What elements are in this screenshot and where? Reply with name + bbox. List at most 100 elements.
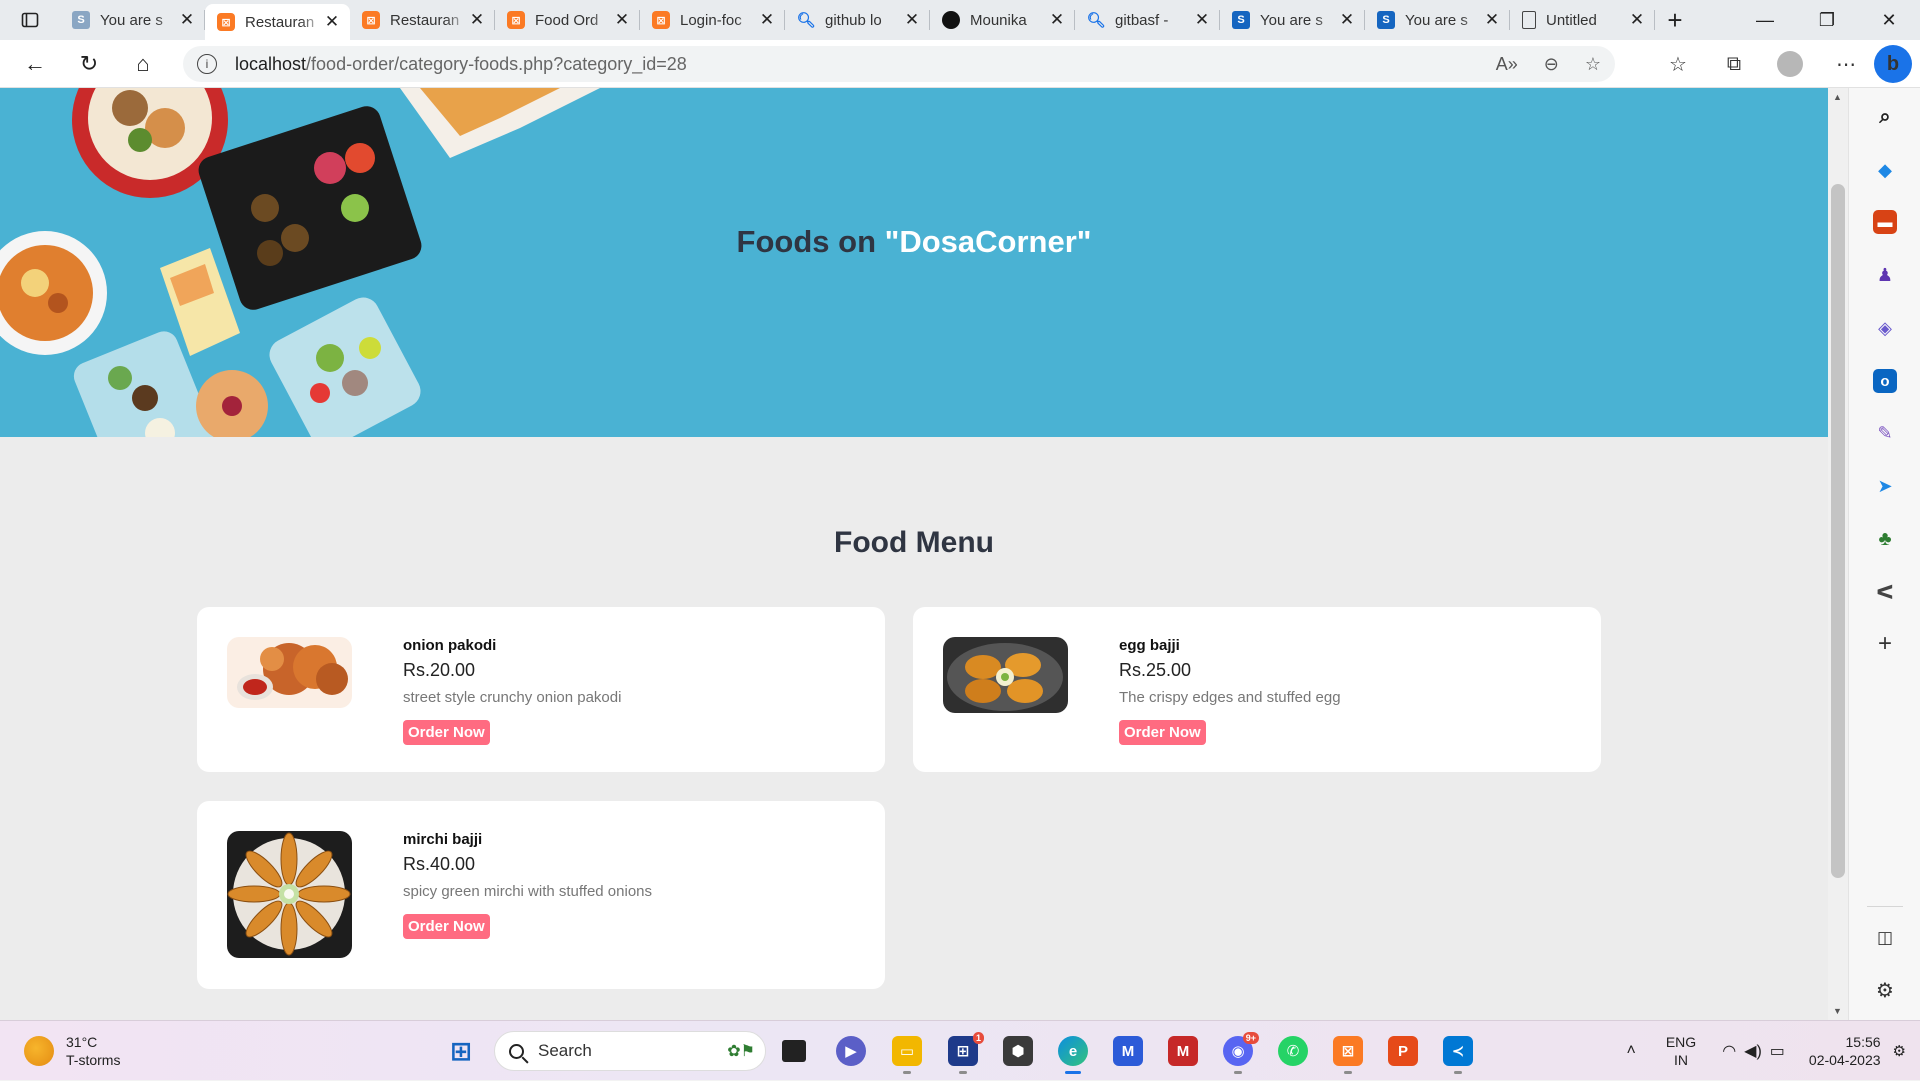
discord-badge: 9+ — [1243, 1032, 1259, 1044]
notification-bell-icon[interactable]: ⚙ — [1893, 1042, 1906, 1060]
read-aloud-icon[interactable]: A» — [1496, 54, 1518, 75]
refresh-icon[interactable]: ↻ — [62, 51, 116, 77]
show-hidden-icons-chevron-icon[interactable]: ˄ — [1627, 1042, 1636, 1060]
wifi-icon[interactable]: ◠ — [1722, 1041, 1736, 1061]
order-now-button[interactable]: Order Now — [1119, 720, 1206, 745]
xampp-icon[interactable]: ⊠ — [1333, 1036, 1363, 1066]
close-icon[interactable]: ✕ — [1194, 10, 1210, 30]
site-info-icon[interactable]: i — [197, 54, 217, 74]
tree-icon[interactable]: ♣ — [1873, 527, 1897, 551]
collections-icon[interactable]: ⧉ — [1706, 53, 1762, 76]
tab-0[interactable]: S You are s ✕ — [60, 0, 205, 40]
home-icon[interactable]: ⌂ — [116, 51, 170, 77]
send-icon[interactable]: ➤ — [1873, 474, 1897, 498]
tab-1-active[interactable]: ⊠ Restauran ✕ — [205, 4, 350, 40]
food-name: egg bajji — [1119, 637, 1180, 654]
more-menu-icon[interactable]: ⋯ — [1818, 52, 1874, 77]
edge-browser-icon[interactable]: e — [1058, 1036, 1088, 1066]
settings-gear-icon[interactable]: ⚙ — [1873, 978, 1897, 1002]
designer-icon[interactable]: ✎ — [1873, 421, 1897, 445]
teams-chat-icon[interactable]: ▶ — [836, 1036, 866, 1066]
zoom-out-icon[interactable]: ⊖ — [1544, 54, 1559, 75]
task-view-icon[interactable] — [782, 1040, 806, 1062]
vertical-scrollbar[interactable]: ▲ ▼ — [1828, 88, 1848, 1020]
store-badge: 1 — [973, 1032, 984, 1044]
battery-icon[interactable]: ▭ — [1770, 1041, 1785, 1061]
food-description: street style crunchy onion pakodi — [403, 689, 621, 706]
order-now-button[interactable]: Order Now — [403, 914, 490, 939]
scroll-down-arrow-icon[interactable]: ▼ — [1833, 1006, 1842, 1016]
microsoft-365-icon[interactable]: ◈ — [1873, 316, 1897, 340]
running-indicator — [1454, 1071, 1462, 1074]
navigation-bar: ← ↻ ⌂ i localhost/food-order/category-fo… — [0, 40, 1920, 88]
address-bar[interactable]: i localhost/food-order/category-foods.ph… — [183, 46, 1615, 82]
tools-briefcase-icon[interactable]: ▬ — [1873, 210, 1897, 234]
scroll-up-arrow-icon[interactable]: ▲ — [1833, 92, 1842, 102]
tab-7[interactable]: 🔍︎ gitbasf - ✕ — [1075, 0, 1220, 40]
mirchi-bajji-image — [227, 831, 352, 958]
whatsapp-icon[interactable]: ✆ — [1278, 1036, 1308, 1066]
running-indicator — [1065, 1071, 1081, 1074]
file-explorer-icon[interactable]: ▭ — [892, 1036, 922, 1066]
add-sidebar-app-icon[interactable]: + — [1873, 632, 1897, 656]
favorites-icon[interactable]: ☆ — [1650, 52, 1706, 77]
tab-actions-button[interactable] — [0, 0, 60, 40]
language-region: IN — [1666, 1051, 1696, 1069]
outlook-icon[interactable]: o — [1873, 369, 1897, 393]
bing-icon[interactable]: ᐸ — [1873, 580, 1897, 604]
close-icon[interactable]: ✕ — [1484, 10, 1500, 30]
minimize-icon[interactable]: — — [1734, 10, 1796, 31]
weather-storm-icon — [24, 1036, 54, 1066]
tab-title: Restauran — [245, 14, 324, 31]
new-tab-button[interactable]: + — [1655, 5, 1695, 36]
url-text[interactable]: localhost/food-order/category-foods.php?… — [235, 54, 687, 75]
close-icon[interactable]: ✕ — [1629, 10, 1645, 30]
profile-avatar[interactable] — [1777, 51, 1803, 77]
close-icon[interactable]: ✕ — [759, 10, 775, 30]
close-icon[interactable]: ✕ — [324, 12, 340, 32]
discord-icon[interactable]: ◉9+ — [1223, 1036, 1253, 1066]
close-icon[interactable]: ✕ — [614, 10, 630, 30]
close-window-icon[interactable]: ✕ — [1858, 10, 1920, 31]
clock[interactable]: 15:56 02-04-2023 — [1809, 1033, 1881, 1069]
hide-sidebar-icon[interactable]: ◫ — [1873, 926, 1897, 950]
weather-widget[interactable]: 31°C T-storms — [24, 1033, 120, 1069]
windows-start-icon[interactable]: ⊞ — [446, 1036, 476, 1066]
microsoft-store-icon[interactable]: ⊞1 — [948, 1036, 978, 1066]
close-icon[interactable]: ✕ — [469, 10, 485, 30]
running-indicator — [959, 1071, 967, 1074]
close-icon[interactable]: ✕ — [1049, 10, 1065, 30]
add-favorite-icon[interactable]: ☆ — [1585, 54, 1601, 75]
volume-icon[interactable]: ◀) — [1744, 1041, 1762, 1061]
tab-title: You are s — [1405, 12, 1484, 29]
close-icon[interactable]: ✕ — [904, 10, 920, 30]
food-card: onion pakodi Rs.20.00 street style crunc… — [197, 607, 885, 772]
back-arrow-icon[interactable]: ← — [8, 51, 62, 77]
shopping-tag-icon[interactable]: ◆ — [1873, 158, 1897, 182]
tab-10[interactable]: Untitled ✕ — [1510, 0, 1655, 40]
mcafee-icon[interactable]: M — [1168, 1036, 1198, 1066]
pdf-app-icon[interactable]: P — [1388, 1036, 1418, 1066]
url-path: /food-order/category-foods.php?category_… — [306, 54, 687, 74]
tab-3[interactable]: ⊠ Food Ord ✕ — [495, 0, 640, 40]
mathtype-icon[interactable]: M — [1113, 1036, 1143, 1066]
cube-app-icon[interactable]: ⬢ — [1003, 1036, 1033, 1066]
tab-6[interactable]: Mounika ✕ — [930, 0, 1075, 40]
close-icon[interactable]: ✕ — [179, 10, 195, 30]
order-now-button[interactable]: Order Now — [403, 720, 490, 745]
taskbar-search-box[interactable]: Search ✿⚑ — [494, 1031, 766, 1071]
games-icon[interactable]: ♟ — [1873, 263, 1897, 287]
github-icon — [942, 11, 960, 29]
tab-4[interactable]: ⊠ Login-foc ✕ — [640, 0, 785, 40]
tab-2[interactable]: ⊠ Restauran ✕ — [350, 0, 495, 40]
tab-8[interactable]: S You are s ✕ — [1220, 0, 1365, 40]
close-icon[interactable]: ✕ — [1339, 10, 1355, 30]
vscode-icon[interactable]: ≺ — [1443, 1036, 1473, 1066]
tab-9[interactable]: S You are s ✕ — [1365, 0, 1510, 40]
restore-icon[interactable]: ❐ — [1796, 10, 1858, 31]
sidebar-search-icon[interactable]: ⌕ — [1873, 105, 1897, 129]
scrollbar-thumb[interactable] — [1831, 184, 1845, 878]
language-indicator[interactable]: ENG IN — [1666, 1033, 1696, 1069]
bing-chat-icon[interactable]: b — [1874, 45, 1912, 83]
tab-5[interactable]: 🔍︎ github lo ✕ — [785, 0, 930, 40]
